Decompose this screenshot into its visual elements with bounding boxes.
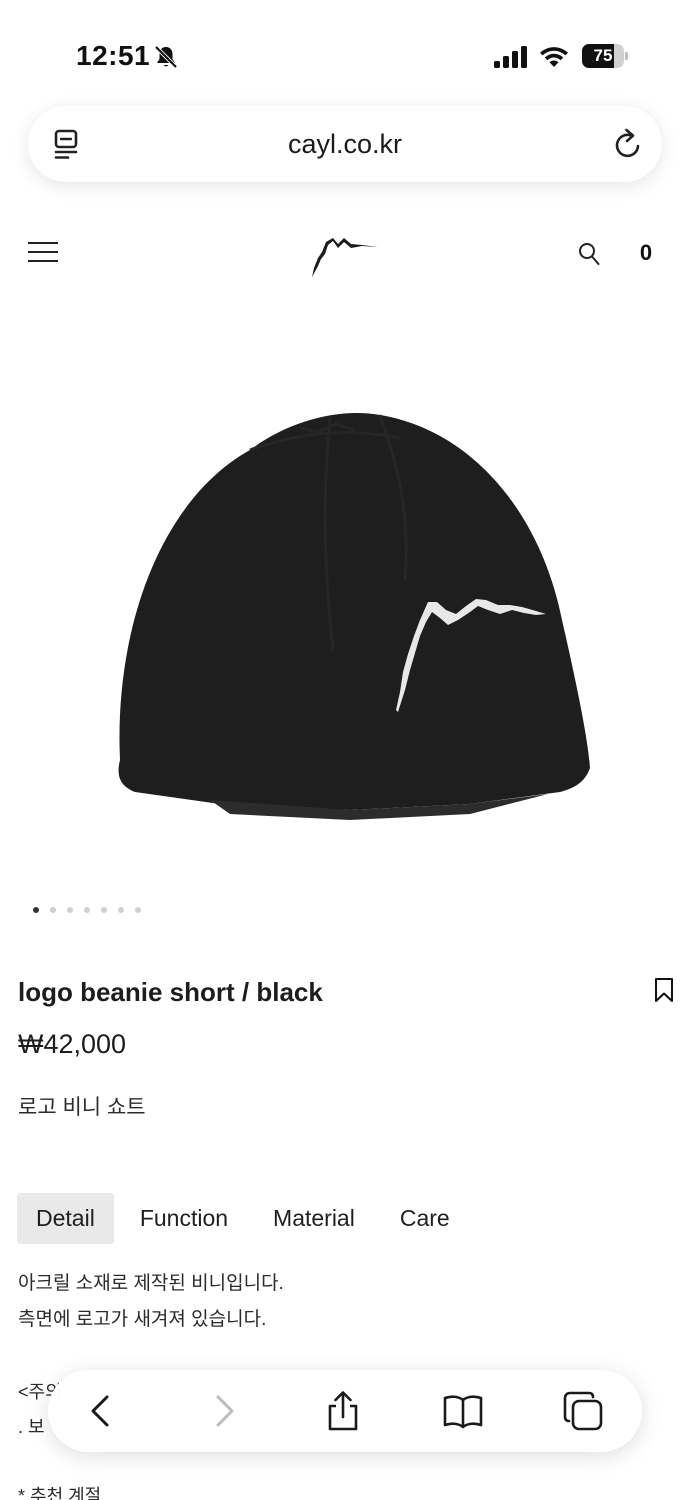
- caution-item: . 보: [18, 1417, 45, 1437]
- description-line-2: 측면에 로고가 새겨져 있습니다.: [18, 1309, 267, 1330]
- pagination-dot[interactable]: [84, 907, 90, 913]
- bookmarks-icon[interactable]: [443, 1391, 483, 1431]
- address-bar[interactable]: cayl.co.kr: [28, 106, 662, 182]
- pagination-dot[interactable]: [118, 907, 124, 913]
- status-time: 12:51: [76, 40, 151, 71]
- status-bar: 12:51 75: [0, 0, 690, 100]
- back-icon[interactable]: [81, 1391, 121, 1431]
- signal-icon: [494, 46, 527, 68]
- wifi-icon: [540, 47, 568, 67]
- tabs-icon[interactable]: [563, 1391, 603, 1431]
- search-icon[interactable]: [578, 242, 600, 266]
- battery-indicator: 75: [582, 44, 628, 68]
- pagination-dot[interactable]: [67, 907, 73, 913]
- pagination-dot[interactable]: [50, 907, 56, 913]
- product-image[interactable]: [0, 320, 690, 880]
- detail-tabs: Detail Function Material Care: [17, 1193, 476, 1244]
- tab-care[interactable]: Care: [381, 1193, 469, 1244]
- tab-function[interactable]: Function: [121, 1193, 247, 1244]
- forward-icon[interactable]: [204, 1391, 244, 1431]
- menu-icon[interactable]: [28, 240, 58, 264]
- product-price: ₩42,000: [18, 1029, 127, 1059]
- url-text[interactable]: cayl.co.kr: [28, 106, 662, 182]
- browser-toolbar: [48, 1370, 642, 1452]
- bookmark-icon[interactable]: [653, 977, 675, 1003]
- cart-count[interactable]: 0: [634, 240, 658, 266]
- reload-icon[interactable]: [612, 127, 644, 161]
- product-title: logo beanie short / black: [18, 977, 323, 1007]
- reader-icon[interactable]: [52, 128, 84, 160]
- battery-percent: 75: [593, 46, 613, 65]
- pagination-dot[interactable]: [101, 907, 107, 913]
- bell-slash-icon: [154, 45, 178, 69]
- tab-detail[interactable]: Detail: [17, 1193, 114, 1244]
- pagination-dot[interactable]: [33, 907, 39, 913]
- site-header: 0: [0, 222, 690, 284]
- pagination-dot[interactable]: [135, 907, 141, 913]
- recommended-season: * 추천 계절: [18, 1486, 102, 1500]
- product-subtitle: 로고 비니 쇼트: [18, 1096, 146, 1119]
- image-pagination-dots[interactable]: [33, 907, 141, 915]
- share-icon[interactable]: [323, 1391, 363, 1431]
- description-line-1: 아크릴 소재로 제작된 비니입니다.: [18, 1273, 284, 1294]
- brand-logo[interactable]: [306, 230, 382, 280]
- tab-material[interactable]: Material: [254, 1193, 374, 1244]
